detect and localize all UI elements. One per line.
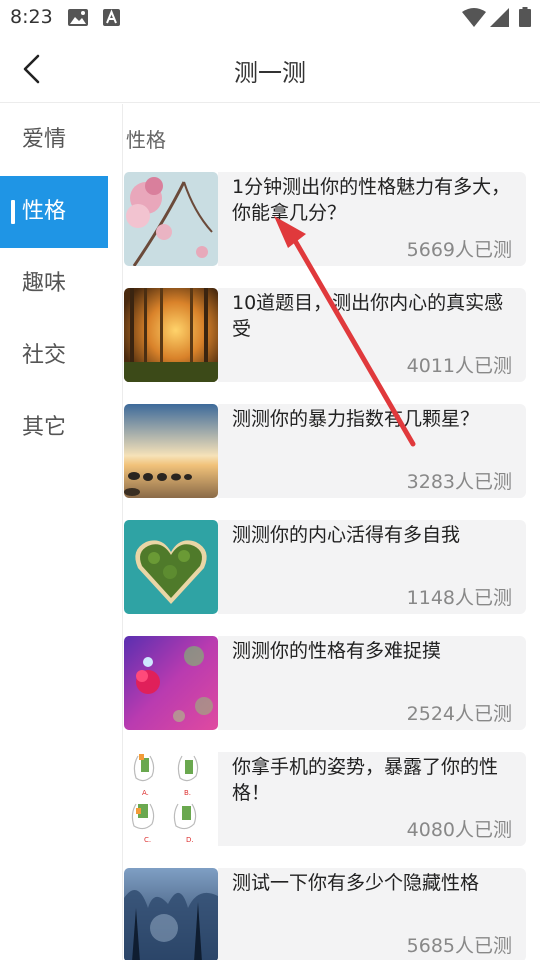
active-indicator: [11, 200, 15, 224]
battery-icon: [519, 7, 531, 27]
card-participant-count: 4080人已测: [406, 819, 512, 841]
heart-island-image: [124, 520, 218, 614]
sidebar-item-label: 社交: [22, 343, 67, 368]
sidebar-item-label: 性格: [22, 199, 67, 224]
card-thumbnail: [124, 520, 218, 614]
card-thumbnail: [124, 172, 218, 266]
test-card[interactable]: 测测你的暴力指数有几颗星？ 3283人已测: [124, 404, 526, 498]
blue-frost-forest-image: [124, 868, 218, 960]
card-title: 10道题目，测出你内心的真实感受: [232, 292, 504, 340]
photo-icon: [68, 9, 88, 26]
card-title: 1分钟测出你的性格魅力有多大，你能拿几分？: [232, 176, 511, 224]
pose-label-b: B.: [184, 789, 191, 797]
card-participant-count: 3283人已测: [406, 471, 512, 493]
sidebar-item-love[interactable]: 爱情: [0, 104, 108, 176]
sidebar-item-label: 爱情: [22, 127, 67, 152]
test-list: 1分钟测出你的性格魅力有多大，你能拿几分？ 5669人已测 10道题目，测出你内…: [124, 172, 526, 960]
sunset-sea-image: [124, 404, 218, 498]
text-a-icon: [103, 9, 120, 26]
wifi-icon: [462, 8, 486, 27]
sunlit-forest-image: [124, 288, 218, 382]
card-thumbnail: [124, 636, 218, 730]
test-card[interactable]: 10道题目，测出你内心的真实感受 4011人已测: [124, 288, 526, 382]
card-participant-count: 2524人已测: [406, 703, 512, 725]
card-title: 测测你的内心活得有多自我: [232, 524, 461, 546]
pink-flower-bokeh-image: [124, 636, 218, 730]
card-title: 测试一下你有多少个隐藏性格: [232, 872, 480, 894]
header: 测一测: [0, 36, 540, 103]
test-card[interactable]: 测测你的内心活得有多自我 1148人已测: [124, 520, 526, 614]
test-card[interactable]: 测试一下你有多少个隐藏性格 5685人已测: [124, 868, 526, 960]
signal-icon: [490, 8, 509, 27]
card-thumbnail: [124, 404, 218, 498]
card-thumbnail: A. B. C. D.: [124, 752, 218, 846]
sidebar-item-social[interactable]: 社交: [0, 320, 108, 392]
sidebar-item-other[interactable]: 其它: [0, 392, 108, 464]
card-title: 测测你的性格有多难捉摸: [232, 640, 442, 662]
test-card[interactable]: 测测你的性格有多难捉摸 2524人已测: [124, 636, 526, 730]
pose-label-c: C.: [144, 836, 151, 844]
card-participant-count: 5669人已测: [406, 239, 512, 261]
card-title: 测测你的暴力指数有几颗星？: [232, 408, 480, 430]
status-bar: 8:23: [0, 0, 540, 36]
phone-hand-poses-image: A. B. C. D.: [124, 752, 218, 846]
card-participant-count: 1148人已测: [406, 587, 512, 609]
sidebar-item-label: 趣味: [22, 271, 67, 296]
cherry-blossom-image: [124, 172, 218, 266]
sidebar-item-label: 其它: [22, 415, 67, 440]
test-card[interactable]: 1分钟测出你的性格魅力有多大，你能拿几分？ 5669人已测: [124, 172, 526, 266]
category-sidebar: 爱情 性格 趣味 社交 其它: [0, 104, 123, 960]
card-thumbnail: [124, 288, 218, 382]
status-time: 8:23: [10, 6, 53, 28]
card-participant-count: 4011人已测: [406, 355, 512, 377]
card-thumbnail: [124, 868, 218, 960]
sidebar-item-fun[interactable]: 趣味: [0, 248, 108, 320]
page-title: 测一测: [234, 59, 306, 87]
sidebar-item-personality[interactable]: 性格: [0, 176, 108, 248]
card-title: 你拿手机的姿势，暴露了你的性格！: [232, 756, 499, 804]
test-card[interactable]: A. B. C. D. 你拿手机的姿势，暴露了你的性格！ 4080人已测: [124, 752, 526, 846]
section-title: 性格: [126, 128, 166, 152]
card-participant-count: 5685人已测: [406, 935, 512, 957]
pose-label-a: A.: [142, 789, 149, 797]
pose-label-d: D.: [186, 836, 194, 844]
